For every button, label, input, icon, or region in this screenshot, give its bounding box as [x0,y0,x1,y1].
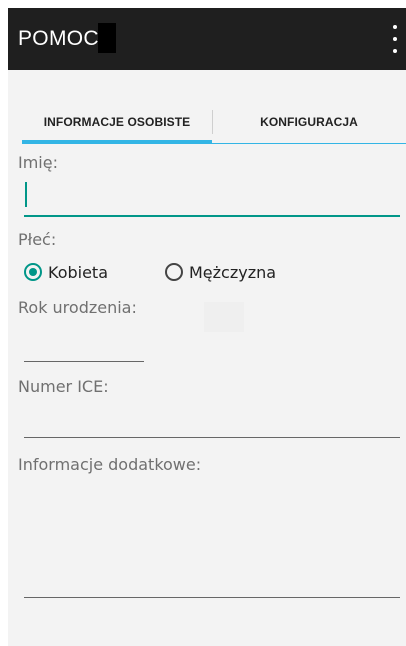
tab-bar: INFORMACJE OSOBISTE KONFIGURACJA [8,100,406,144]
menu-dot [393,49,397,53]
name-input-underline [24,215,400,217]
title-cursor-block [98,23,116,53]
tab-personal-info[interactable]: INFORMACJE OSOBISTE [22,100,212,144]
radio-checked-icon [24,263,42,281]
radio-unchecked-icon [165,263,183,281]
app-title: POMOC [18,27,99,50]
additional-info-input[interactable] [24,482,400,598]
ice-number-underline [24,437,400,438]
overflow-menu-icon[interactable] [390,25,400,53]
radio-male-label: Mężczyzna [189,262,277,282]
radio-male[interactable]: Mężczyzna [165,259,276,285]
tab-baseline [212,143,406,144]
tab-selected-indicator [22,140,212,144]
action-bar: POMOC [8,8,406,70]
ice-number-input[interactable] [24,404,400,438]
menu-dot [393,25,397,29]
menu-dot [393,37,397,41]
app-screen: POMOC INFORMACJE OSOBISTE KONFIGURACJA I… [8,8,406,646]
birth-year-spinner[interactable] [204,302,244,332]
gender-label: Płeć: [18,230,57,249]
radio-female-label: Kobieta [48,262,109,282]
text-cursor [25,182,27,207]
ice-number-label: Numer ICE: [18,377,109,396]
radio-female[interactable]: Kobieta [24,259,108,285]
name-input[interactable] [24,178,400,218]
birth-year-input[interactable] [24,328,144,362]
name-label: Imię: [18,153,58,172]
birth-year-underline [24,361,144,362]
additional-info-label: Informacje dodatkowe: [18,455,202,474]
tab-configuration[interactable]: KONFIGURACJA [212,100,406,144]
additional-info-underline [24,597,400,598]
birth-year-label: Rok urodzenia: [18,298,137,317]
